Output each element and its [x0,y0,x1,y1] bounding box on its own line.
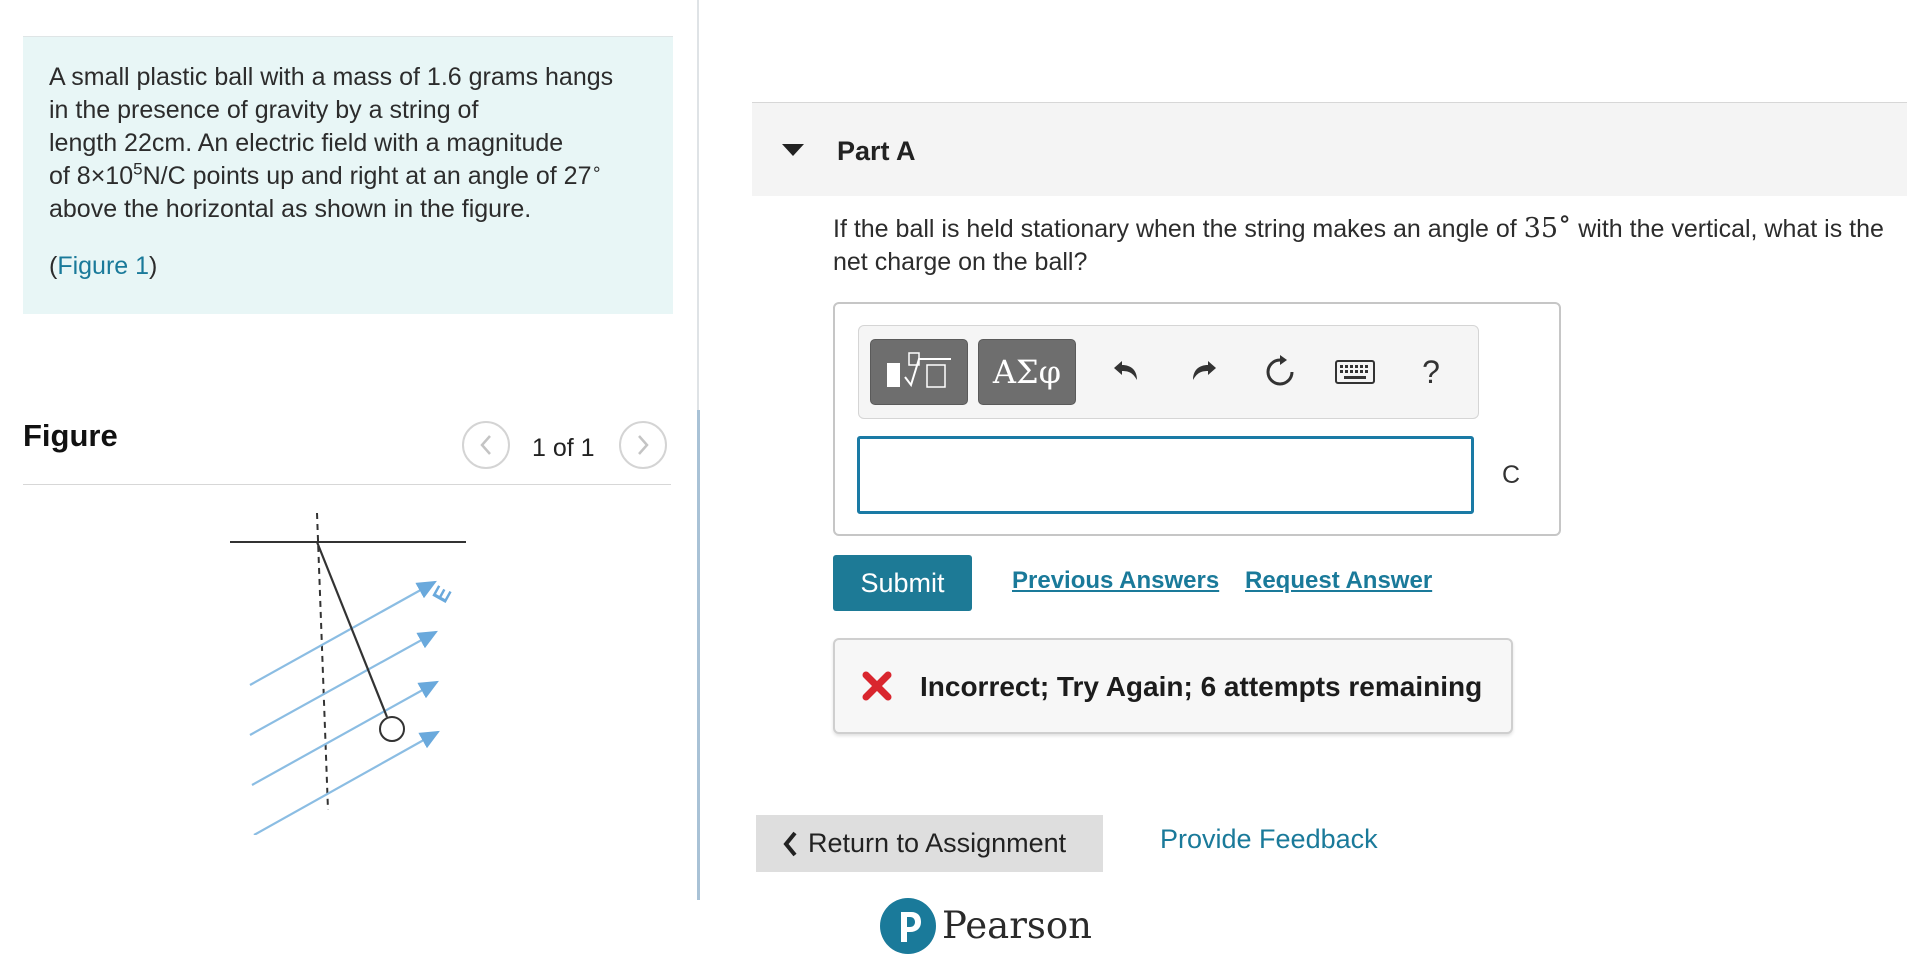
problem-line: N/C points up and right at an angle of 2… [142,162,592,190]
figure-reference: (Figure 1) [49,250,647,283]
help-label: ? [1422,353,1440,390]
request-answer-link[interactable]: Request Answer [1245,567,1432,595]
answer-unit: C [1502,461,1521,489]
collapse-caret-icon[interactable] [782,144,804,156]
undo-icon [1114,361,1137,380]
field-line [251,680,439,786]
reset-button[interactable] [1258,350,1302,394]
part-title: Part A [837,136,916,166]
left-column: A small plastic ball with a mass of 1.6 … [0,0,700,944]
problem-line: of 8×10 [49,162,134,190]
question-text: If the ball is held stationary when the … [833,206,1903,279]
question-angle: 35 [1523,213,1559,244]
column-divider [697,0,699,410]
chevron-left-icon [783,831,797,856]
provide-feedback-link[interactable]: Provide Feedback [1160,824,1378,855]
figure-heading: Figure [23,418,118,453]
redo-button[interactable] [1182,350,1226,394]
undo-button[interactable] [1104,350,1148,394]
pearson-logo-icon [880,898,936,954]
reset-icon [1266,355,1294,386]
field-line [253,730,440,835]
scrollbar[interactable] [697,410,700,900]
return-label: Return to Assignment [808,828,1067,858]
figure-link[interactable]: Figure 1 [57,252,149,280]
answer-input[interactable] [857,436,1474,514]
figure-pager: 1 of 1 [532,434,595,462]
exponent: 5 [133,159,143,179]
field-line [249,580,437,686]
paren-close: ) [149,252,158,280]
field-label: E [427,582,456,607]
field-line [249,630,438,736]
help-button[interactable]: ? [1409,350,1453,394]
chevron-left-icon [480,435,491,455]
problem-line: above the horizontal as shown in the fig… [49,195,532,223]
divider [23,484,671,485]
redo-icon [1193,361,1216,380]
problem-text: A small plastic ball with a mass of 1.6 … [49,61,647,226]
next-figure-button[interactable] [619,421,667,469]
incorrect-x-icon [862,671,892,701]
keyboard-button[interactable] [1333,350,1377,394]
problem-statement: A small plastic ball with a mass of 1.6 … [23,37,673,314]
part-header[interactable] [752,103,1907,196]
symbols-button[interactable]: ΑΣφ [978,339,1076,405]
templates-icon [887,352,951,388]
degree-symbol: ∘ [1558,203,1572,235]
previous-figure-button[interactable] [462,421,510,469]
problem-line: in the presence of gravity by a string o… [49,96,479,124]
chevron-right-icon [638,435,649,455]
keyboard-icon [1335,360,1375,384]
plastic-ball [379,716,405,742]
problem-line: A small plastic ball with a mass of 1.6 … [49,63,614,91]
degree-symbol: ∘ [591,159,603,179]
pendulum-string [315,541,389,718]
pearson-wordmark: Pearson [942,904,1092,947]
feedback-message: Incorrect; Try Again; 6 attempts remaini… [920,671,1483,702]
templates-button[interactable] [870,339,968,405]
previous-answers-link[interactable]: Previous Answers [1012,567,1219,595]
submit-button[interactable]: Submit [833,555,972,611]
problem-line: length 22cm. An electric field with a ma… [49,129,564,157]
pendulum-figure: E [230,512,466,835]
question-segment: If the ball is held stationary when the … [833,215,1524,243]
return-to-assignment-button[interactable]: Return to Assignment [756,815,1103,872]
